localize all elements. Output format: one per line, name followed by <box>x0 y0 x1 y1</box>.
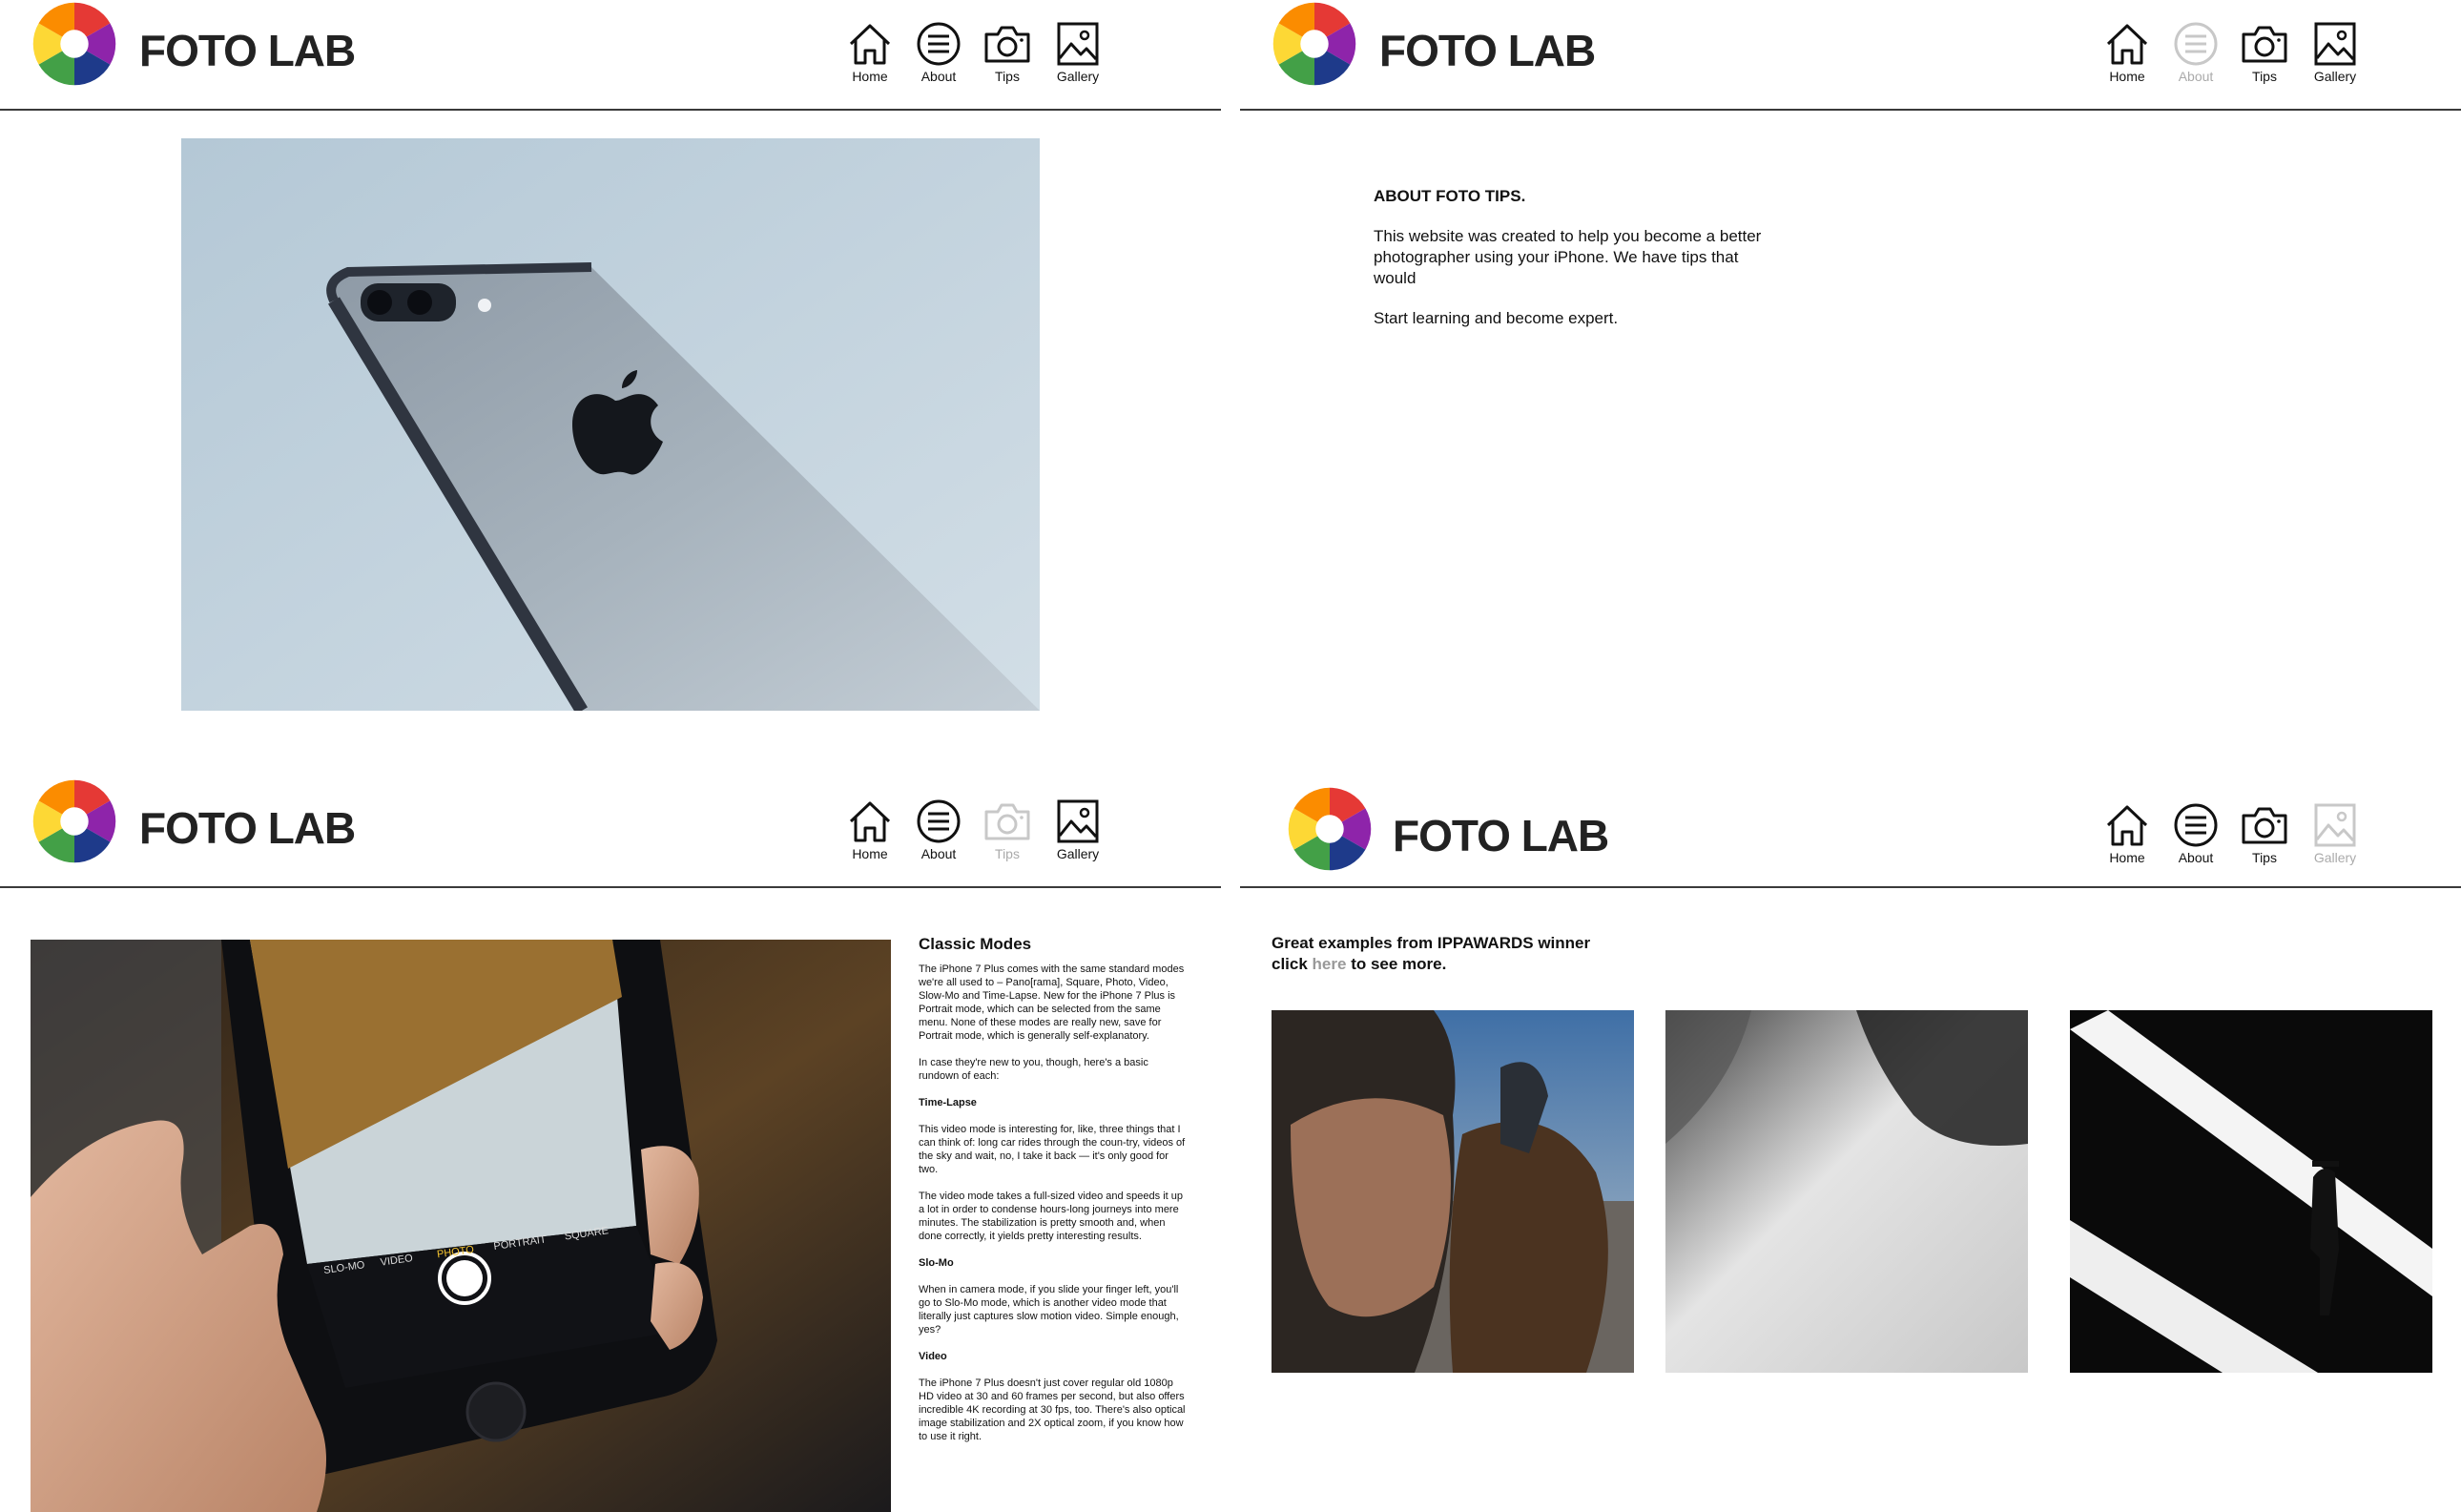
nav-tips-label: Tips <box>995 846 1020 861</box>
gallery-intro-suffix: to see more. <box>1346 955 1447 973</box>
main-nav: Home About Tips Gallery <box>2097 21 2383 88</box>
nav-tips[interactable]: Tips <box>2234 802 2295 869</box>
menu-icon <box>914 21 963 67</box>
section-heading-video: Video <box>919 1351 947 1362</box>
nav-home-label: Home <box>852 846 888 861</box>
nav-about[interactable]: About <box>2165 21 2226 88</box>
nav-gallery[interactable]: Gallery <box>2305 21 2366 88</box>
camera-icon <box>2240 802 2289 848</box>
home-icon <box>2102 802 2152 848</box>
nav-about-label: About <box>2178 69 2214 84</box>
nav-tips-label: Tips <box>995 69 1020 84</box>
aperture-logo-icon[interactable] <box>1271 0 1358 88</box>
about-section: ABOUT FOTO TIPS. This website was create… <box>1374 186 1765 348</box>
aperture-logo-icon[interactable] <box>31 0 118 88</box>
brand-name[interactable]: FOTO LAB <box>1393 810 1609 861</box>
main-nav: Home About Tips Gallery <box>839 21 1126 88</box>
menu-icon <box>914 798 963 844</box>
image-icon <box>2310 802 2360 848</box>
section-body-video: The iPhone 7 Plus doesn't just cover reg… <box>919 1377 1186 1442</box>
nav-about[interactable]: About <box>908 21 969 88</box>
gallery-intro: Great examples from IPPAWARDS winner cli… <box>1272 933 1590 975</box>
brand-name[interactable]: FOTO LAB <box>139 802 356 854</box>
nav-gallery-label: Gallery <box>2313 850 2357 865</box>
main-nav: Home About Tips Gallery <box>839 798 1126 865</box>
nav-gallery[interactable]: Gallery <box>2305 802 2366 869</box>
nav-tips-label: Tips <box>2252 69 2277 84</box>
gallery-intro-line-1: Great examples from IPPAWARDS winner <box>1272 934 1591 952</box>
camera-icon <box>2240 21 2289 67</box>
aperture-logo-icon[interactable] <box>31 777 118 865</box>
home-icon <box>845 798 895 844</box>
site-header: FOTO LAB Home About Tips Gallery <box>1240 0 2461 111</box>
camera-icon <box>982 21 1032 67</box>
about-title: ABOUT FOTO TIPS. <box>1374 187 1526 205</box>
aperture-logo-icon[interactable] <box>1286 785 1374 873</box>
nav-about-label: About <box>2178 850 2214 865</box>
hero-iphone-image <box>181 138 1040 711</box>
image-icon <box>1053 798 1103 844</box>
here-link[interactable]: here <box>1313 955 1347 973</box>
gallery-page: FOTO LAB Home About Tips Gallery Great e… <box>1240 777 2461 1512</box>
nav-about-label: About <box>920 69 957 84</box>
nav-tips-label: Tips <box>2252 850 2277 865</box>
nav-tips[interactable]: Tips <box>977 21 1038 88</box>
nav-about[interactable]: About <box>2165 802 2226 869</box>
nav-about-label: About <box>920 846 957 861</box>
menu-icon <box>2171 802 2221 848</box>
nav-home-label: Home <box>2109 69 2145 84</box>
nav-home[interactable]: Home <box>839 798 900 865</box>
image-icon <box>2310 21 2360 67</box>
home-icon <box>845 21 895 67</box>
nav-gallery-label: Gallery <box>2313 69 2357 84</box>
nav-home[interactable]: Home <box>839 21 900 88</box>
gallery-image-abstract[interactable] <box>1665 1010 2028 1373</box>
section-heading-timelapse: Time-Lapse <box>919 1097 977 1108</box>
nav-home[interactable]: Home <box>2097 21 2158 88</box>
nav-about[interactable]: About <box>908 798 969 865</box>
section-heading-slomo: Slo-Mo <box>919 1257 954 1269</box>
tips-article: Classic Modes The iPhone 7 Plus comes wi… <box>919 935 1190 1457</box>
nav-home[interactable]: Home <box>2097 802 2158 869</box>
gallery-intro-prefix: click <box>1272 955 1313 973</box>
nav-gallery[interactable]: Gallery <box>1047 798 1108 865</box>
gallery-image-eagle-hunter[interactable] <box>1272 1010 1634 1373</box>
nav-gallery-label: Gallery <box>1056 846 1100 861</box>
site-header: FOTO LAB Home About Tips Gallery <box>0 0 1221 111</box>
tips-page: FOTO LAB Home About Tips Gallery SLO-MO … <box>0 777 1221 1512</box>
brand-name[interactable]: FOTO LAB <box>1379 25 1596 76</box>
tips-intro: The iPhone 7 Plus comes with the same st… <box>919 963 1185 1042</box>
gallery-image-light-beams[interactable] <box>2070 1010 2432 1373</box>
site-header: FOTO LAB Home About Tips Gallery <box>0 777 1221 888</box>
iphone-camera-photo: SLO-MO VIDEO PHOTO PORTRAIT SQUARE <box>31 940 891 1512</box>
gallery-intro-line-2: click here to see more. <box>1272 954 1590 975</box>
site-header: FOTO LAB Home About Tips Gallery <box>1240 777 2461 888</box>
nav-tips[interactable]: Tips <box>977 798 1038 865</box>
brand-name[interactable]: FOTO LAB <box>139 25 356 76</box>
about-page: FOTO LAB Home About Tips Gallery ABOUT F… <box>1240 0 2461 763</box>
home-page: FOTO LAB Home About Tips Gallery <box>0 0 1221 763</box>
image-icon <box>1053 21 1103 67</box>
about-paragraph-1: This website was created to help you bec… <box>1374 227 1762 287</box>
home-icon <box>2102 21 2152 67</box>
main-nav: Home About Tips Gallery <box>2097 802 2383 869</box>
nav-gallery-label: Gallery <box>1056 69 1100 84</box>
tips-intro-2: In case they're new to you, though, here… <box>919 1057 1148 1082</box>
nav-gallery[interactable]: Gallery <box>1047 21 1108 88</box>
section-body-timelapse-2: The video mode takes a full-sized video … <box>919 1191 1183 1242</box>
menu-icon <box>2171 21 2221 67</box>
section-body-timelapse: This video mode is interesting for, like… <box>919 1124 1186 1175</box>
nav-home-label: Home <box>2109 850 2145 865</box>
nav-home-label: Home <box>852 69 888 84</box>
tips-title: Classic Modes <box>919 935 1032 953</box>
camera-icon <box>982 798 1032 844</box>
about-paragraph-2: Start learning and become expert. <box>1374 309 1619 327</box>
section-body-slomo: When in camera mode, if you slide your f… <box>919 1284 1179 1336</box>
nav-tips[interactable]: Tips <box>2234 21 2295 88</box>
